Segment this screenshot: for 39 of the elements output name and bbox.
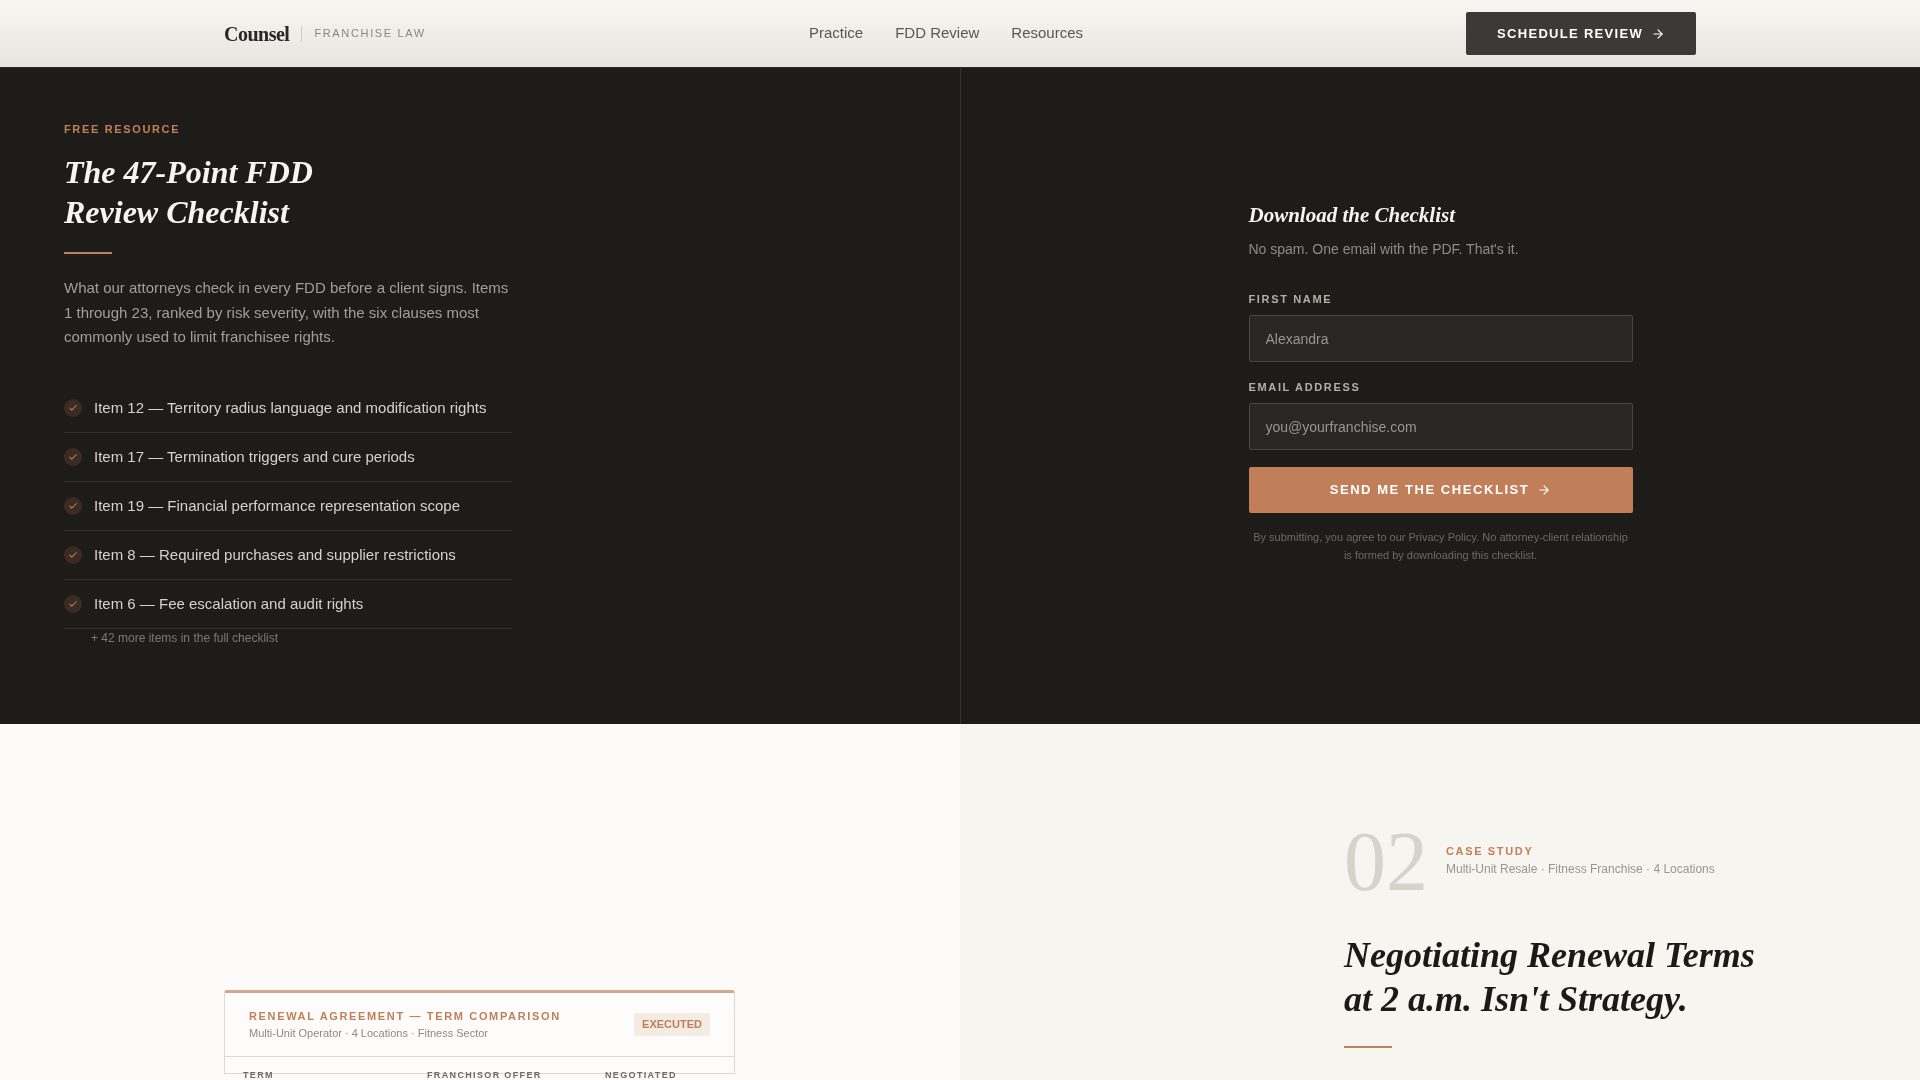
column-header: NEGOTIATED — [605, 1070, 677, 1080]
column-header: TERM — [243, 1070, 274, 1080]
checklist-item-text: Item 8 — Required purchases and supplier restrictions — [94, 544, 456, 565]
checklist-item-text: Item 19 — Financial performance representation scope — [94, 495, 461, 516]
checklist-item-text: Item 17 — Termination triggers and cure periods — [94, 446, 415, 467]
check-icon — [64, 398, 82, 417]
logo-wordmark[interactable]: Counsel — [224, 23, 290, 44]
field-label: EMAIL ADDRESS — [1248, 380, 1361, 395]
tagline-text: FRANCHISE LAW — [314, 26, 426, 42]
form-title: Download the Checklist — [1248, 202, 1456, 229]
submit-button[interactable]: SEND ME THE CHECKLIST — [1248, 467, 1633, 513]
more-items-note: + 42 more items in the full checklist — [91, 629, 279, 645]
input-field[interactable]: you@yourfranchise.com — [1248, 403, 1633, 450]
description-text: What our attorneys check in every FDD before a client signs. Items 1 through 23, ranked by risk severity, with the six clauses most commonly used to limit franchisee rights. — [64, 278, 510, 347]
input-field[interactable]: Alexandra — [1248, 315, 1633, 362]
schedule-review-button[interactable]: SCHEDULE REVIEW — [1466, 12, 1696, 55]
case-title: Negotiating Renewal Terms at 2 a.m. Isn't Strategy. — [1344, 934, 1756, 1021]
field-label: FIRST NAME — [1248, 292, 1333, 307]
nav-link[interactable]: Practice — [808, 22, 864, 45]
form-subtitle: No spam. One email with the PDF. That's it. — [1248, 240, 1519, 259]
checklist-item-text: Item 12 — Territory radius language and modification rights — [94, 397, 487, 418]
check-icon — [64, 594, 82, 613]
nav-link[interactable]: FDD Review — [895, 22, 980, 45]
case-meta: Multi-Unit Resale · Fitness Franchise · 4 Locations — [1446, 861, 1715, 877]
arrow-right-icon — [1651, 26, 1665, 41]
check-icon — [64, 545, 82, 564]
checklist-item-text: Item 6 — Fee escalation and audit rights — [94, 593, 364, 614]
status-badge: EXECUTED — [634, 1013, 710, 1036]
arrow-right-icon — [1537, 483, 1552, 497]
check-icon — [64, 447, 82, 466]
case-label: CASE STUDY — [1446, 844, 1534, 858]
checklist-title: The 47-Point FDD Review Checklist — [64, 153, 314, 232]
card-subtitle: Multi-Unit Operator · 4 Locations · Fitness Sector — [249, 1026, 490, 1040]
eyebrow-label: FREE RESOURCE — [64, 122, 181, 136]
disclaimer-text: By submitting, you agree to our Privacy Policy. No attorney-client relationship is formed by downloading this checklist. — [1252, 530, 1629, 563]
card-title: RENEWAL AGREEMENT — TERM COMPARISON — [249, 1009, 561, 1023]
column-header: FRANCHISOR OFFER — [427, 1070, 542, 1080]
check-icon — [64, 496, 82, 515]
nav-link[interactable]: Resources — [1011, 22, 1084, 45]
